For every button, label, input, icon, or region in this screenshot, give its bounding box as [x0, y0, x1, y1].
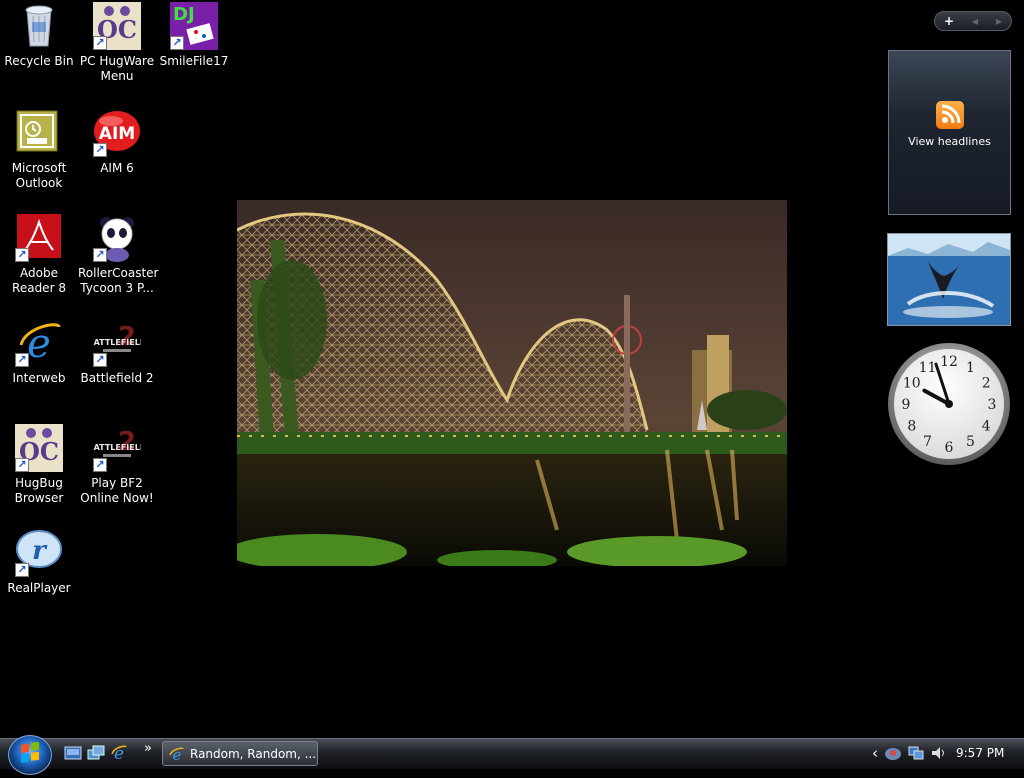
- shortcut-arrow-icon: ↗: [15, 458, 29, 472]
- taskbar-window-label: Random, Random, ...: [190, 746, 317, 761]
- desktop-icon-label: Battlefield 2: [80, 371, 154, 385]
- clock-number: 9: [902, 397, 911, 413]
- desktop-icon-label: Recycle Bin: [4, 54, 74, 68]
- show-hidden-icons-button[interactable]: ‹: [872, 744, 878, 762]
- internet-explorer-icon: e ↗: [15, 319, 63, 367]
- sidebar-next-button[interactable]: ▶: [996, 17, 1002, 26]
- battlefield-logo-text: BATTLEFIELD: [93, 443, 141, 452]
- desktop-icon-label: PC HugWare Menu: [79, 54, 155, 83]
- network-icon[interactable]: [908, 745, 924, 761]
- desktop-icon-interweb[interactable]: e ↗ Interweb: [0, 319, 78, 386]
- clock-number: 10: [903, 376, 921, 392]
- switch-windows-button[interactable]: [87, 744, 105, 762]
- clock-number: 2: [982, 376, 991, 392]
- hugbug-icon: OC ↗: [15, 424, 63, 472]
- shortcut-arrow-icon: ↗: [15, 353, 29, 367]
- desktop-icon-label: RollerCoaster Tycoon 3 P...: [78, 266, 159, 295]
- hugware-icon: OC ↗: [93, 2, 141, 50]
- feed-headlines-gadget[interactable]: View headlines: [888, 50, 1011, 215]
- adobe-reader-icon: ↗: [15, 214, 63, 262]
- sidebar-controls: + ◀ ▶: [934, 11, 1012, 31]
- shortcut-arrow-icon: ↗: [93, 353, 107, 367]
- clock-number: 11: [919, 360, 937, 376]
- taskbar-window-button[interactable]: e Random, Random, ...: [162, 741, 318, 766]
- aim-icon: AIM ↗: [93, 109, 141, 157]
- view-headlines-link[interactable]: View headlines: [889, 135, 1010, 148]
- rss-feed-icon: [935, 101, 964, 129]
- battlefield-logo-number: 2: [118, 427, 136, 457]
- desktop-wallpaper-photo: [227, 200, 787, 570]
- clock-number: 8: [907, 419, 916, 435]
- desktop-icon-microsoft-outlook[interactable]: Microsoft Outlook: [0, 109, 78, 191]
- add-gadget-button[interactable]: +: [944, 14, 954, 28]
- desktop-icon-label: AIM 6: [100, 161, 134, 175]
- notification-area: ‹ 9:57 PM: [872, 741, 1004, 765]
- desktop-icon-pc-hugware-menu[interactable]: OC ↗ PC HugWare Menu: [78, 2, 156, 84]
- tray-app-icon[interactable]: [884, 745, 902, 761]
- shortcut-arrow-icon: ↗: [15, 248, 29, 262]
- shortcut-arrow-icon: ↗: [170, 36, 184, 50]
- desktop-icon-smilefile17[interactable]: DJ ↗ SmileFile17: [155, 2, 233, 69]
- system-clock[interactable]: 9:57 PM: [956, 746, 1004, 760]
- clock-number: 6: [945, 440, 954, 456]
- panda-icon: ↗: [93, 214, 141, 262]
- battlefield-icon: 2BATTLEFIELD ↗: [88, 424, 147, 472]
- start-button[interactable]: [8, 735, 52, 775]
- show-desktop-icon: [64, 746, 82, 760]
- outlook-icon: [15, 109, 63, 157]
- desktop-icon-label: SmileFile17: [159, 54, 229, 68]
- desktop-icon-play-bf2-online[interactable]: 2BATTLEFIELD ↗ Play BF2 Online Now!: [78, 424, 156, 506]
- aim-logo-text: AIM: [99, 124, 135, 144]
- desktop-icon-battlefield-2[interactable]: 2BATTLEFIELD ↗ Battlefield 2: [78, 319, 156, 386]
- shortcut-arrow-icon: ↗: [93, 248, 107, 262]
- shortcut-arrow-icon: ↗: [15, 563, 29, 577]
- clock-number: 12: [940, 354, 958, 370]
- clock-number: 7: [923, 434, 932, 450]
- desktop-icon-adobe-reader-8[interactable]: ↗ Adobe Reader 8: [0, 214, 78, 296]
- smilefile-icon: DJ ↗: [170, 2, 218, 50]
- desktop-icon-rollercoaster-tycoon[interactable]: ↗ RollerCoaster Tycoon 3 P...: [78, 214, 159, 296]
- clock-number: 5: [966, 434, 975, 450]
- battlefield-icon: 2BATTLEFIELD ↗: [88, 319, 147, 367]
- desktop-icon-label: Microsoft Outlook: [11, 161, 67, 190]
- show-desktop-button[interactable]: [64, 744, 82, 762]
- desktop-icon-label: RealPlayer: [7, 581, 71, 595]
- desktop-icon-label: Play BF2 Online Now!: [80, 476, 154, 505]
- quick-launch-ie-button[interactable]: e: [110, 744, 128, 764]
- desktop-icon-aim-6[interactable]: AIM ↗ AIM 6: [78, 109, 156, 176]
- clock-number: 4: [982, 419, 991, 435]
- shortcut-arrow-icon: ↗: [93, 458, 107, 472]
- internet-explorer-icon: e: [111, 744, 127, 764]
- taskbar: [0, 738, 1024, 769]
- shortcut-arrow-icon: ↗: [93, 143, 107, 157]
- realplayer-icon: r ↗: [15, 529, 63, 577]
- sidebar-prev-button[interactable]: ◀: [972, 17, 978, 26]
- realplayer-logo-text: r: [32, 536, 48, 566]
- desktop-icon-label: Interweb: [12, 371, 66, 385]
- switch-windows-icon: [87, 745, 105, 760]
- clock-gadget[interactable]: 12 1 2 3 4 5 6 7 8 9 10 11: [887, 342, 1011, 466]
- quick-launch-overflow-button[interactable]: »: [144, 741, 152, 756]
- windows-logo-icon: [21, 741, 39, 763]
- desktop-icon-label: HugBug Browser: [14, 476, 64, 505]
- battlefield-logo-text: BATTLEFIELD: [93, 338, 141, 347]
- desktop-icon-label: Adobe Reader 8: [12, 266, 66, 295]
- recycle-bin-icon: [15, 2, 63, 50]
- desktop-icon-realplayer[interactable]: r ↗ RealPlayer: [0, 529, 78, 596]
- shortcut-arrow-icon: ↗: [93, 36, 107, 50]
- clock-number: 1: [966, 360, 975, 376]
- slideshow-gadget[interactable]: [887, 233, 1011, 326]
- clock-number: 3: [988, 397, 997, 413]
- battlefield-logo-number: 2: [118, 322, 136, 352]
- internet-explorer-icon: e: [169, 746, 184, 762]
- desktop-icon-hugbug-browser[interactable]: OC ↗ HugBug Browser: [0, 424, 78, 506]
- volume-icon[interactable]: [930, 745, 946, 761]
- smilefile-logo-text: DJ: [173, 4, 195, 25]
- desktop-icon-recycle-bin[interactable]: Recycle Bin: [0, 2, 78, 69]
